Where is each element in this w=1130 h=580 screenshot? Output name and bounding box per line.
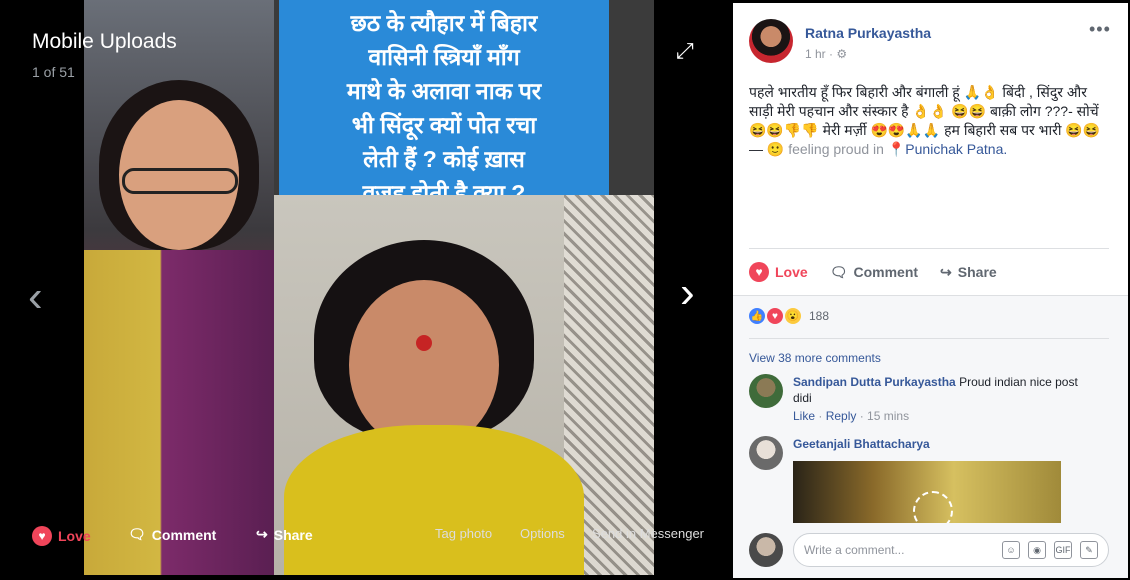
- reaction-count: 188: [809, 309, 830, 323]
- commenter-avatar[interactable]: [749, 374, 783, 408]
- user-avatar: [749, 533, 783, 567]
- sign-line: भी सिंदूर क्यों पोत रचा: [351, 112, 537, 138]
- love-reaction-icon: ♥: [767, 308, 783, 324]
- comment-reply-link[interactable]: Reply: [826, 409, 857, 423]
- sign-line: माथे के अलावा नाक पर: [346, 78, 542, 104]
- share-button[interactable]: ↪ Share: [940, 261, 997, 283]
- photo-counter: 1 of 51: [32, 64, 75, 80]
- comment-time: 15 mins: [867, 409, 910, 423]
- comment-body: Sandipan Dutta Purkayastha Proud indian …: [793, 374, 1093, 424]
- like-reaction-icon: 👍: [749, 308, 765, 324]
- share-label: Share: [957, 264, 997, 280]
- photo-viewer: छठ के त्यौहार में बिहार वासिनी स्त्रियाँ…: [0, 0, 733, 580]
- commenter-name[interactable]: Geetanjali Bhattacharya: [793, 437, 930, 451]
- comment-composer: Write a comment... ☺ ◉ GIF ✎: [749, 533, 1109, 567]
- sticker-icon[interactable]: ✎: [1080, 541, 1098, 559]
- next-arrow-icon[interactable]: ›: [680, 268, 695, 318]
- sign-line: लेती हैं ? कोई ख़ास: [363, 146, 525, 172]
- comment-input-placeholder: Write a comment...: [804, 543, 905, 557]
- comment-gif-image[interactable]: [793, 461, 1061, 523]
- author-name[interactable]: Ratna Purkayastha: [805, 25, 931, 41]
- emoji-icon[interactable]: ☺: [1002, 541, 1020, 559]
- previous-arrow-icon[interactable]: ‹: [28, 272, 43, 322]
- viewer-comment-label: Comment: [151, 526, 217, 543]
- comment-icon: 🗨: [829, 263, 848, 280]
- comment-input[interactable]: Write a comment... ☺ ◉ GIF ✎: [793, 533, 1109, 567]
- expand-icon[interactable]: ⤢: [676, 38, 696, 63]
- camera-icon[interactable]: ◉: [1028, 541, 1046, 559]
- post-time[interactable]: 1 hr: [805, 47, 826, 61]
- wow-reaction-icon: 😮: [785, 308, 801, 324]
- share-icon: ↪: [256, 526, 268, 542]
- divider: [749, 338, 1109, 339]
- send-messenger-link[interactable]: Send in Messenger: [592, 526, 704, 541]
- post-header: Ratna Purkayastha 1 hr · ⚙: [749, 19, 931, 63]
- share-icon: ↪: [940, 263, 952, 280]
- album-title: Mobile Uploads: [32, 30, 177, 53]
- love-label: Love: [775, 264, 808, 280]
- viewer-action-bar: ♥ Love 🗨 Comment ↪ Share Tag photo Optio…: [0, 526, 733, 556]
- comment-label: Comment: [853, 264, 919, 280]
- location-link[interactable]: Punichak Patna: [905, 141, 1003, 157]
- photo-sign: छठ के त्यौहार में बिहार वासिनी स्त्रियाँ…: [274, 0, 654, 206]
- heart-icon: ♥: [749, 262, 769, 282]
- photo-right-woman: [274, 195, 654, 575]
- more-options-icon[interactable]: •••: [1089, 19, 1111, 40]
- sign-board: छठ के त्यौहार में बिहार वासिनी स्त्रियाँ…: [279, 0, 609, 206]
- photo[interactable]: छठ के त्यौहार में बिहार वासिनी स्त्रियाँ…: [84, 0, 654, 575]
- sign-line: छठ के त्यौहार में बिहार: [350, 10, 538, 36]
- viewer-comment-button[interactable]: 🗨 Comment: [128, 526, 216, 543]
- reaction-summary[interactable]: 👍 ♥ 😮 188: [749, 308, 829, 324]
- comments-section: 👍 ♥ 😮 188 View 38 more comments Sandipan…: [733, 295, 1128, 578]
- gif-icon[interactable]: GIF: [1054, 541, 1072, 559]
- divider: [749, 248, 1109, 249]
- comment-meta: Like · Reply · 15 mins: [793, 409, 910, 423]
- commenter-name[interactable]: Sandipan Dutta Purkayastha: [793, 375, 956, 389]
- love-button[interactable]: ♥ Love: [749, 261, 808, 283]
- options-link[interactable]: Options: [520, 526, 565, 541]
- comment-icon: 🗨: [128, 526, 146, 542]
- location-pin-icon: 📍: [887, 141, 906, 157]
- comment-like-link[interactable]: Like: [793, 409, 815, 423]
- post-actions: ♥ Love 🗨 Comment ↪ Share: [749, 261, 1109, 283]
- post-meta: 1 hr · ⚙: [805, 47, 931, 61]
- comment-item: Sandipan Dutta Purkayastha Proud indian …: [749, 374, 1093, 424]
- comment-button[interactable]: 🗨 Comment: [830, 261, 918, 283]
- post-text: पहले भारतीय हूँ फिर बिहारी और बंगाली हूं…: [749, 84, 1101, 157]
- composer-icons: ☺ ◉ GIF ✎: [1002, 541, 1098, 559]
- post-sidebar: Ratna Purkayastha 1 hr · ⚙ ••• पहले भारत…: [733, 3, 1128, 578]
- sign-line: वासिनी स्त्रियाँ माँग: [368, 44, 520, 70]
- viewer-love-label: Love: [58, 528, 91, 544]
- tag-photo-link[interactable]: Tag photo: [435, 526, 492, 541]
- author-avatar[interactable]: [749, 19, 793, 63]
- commenter-avatar[interactable]: [749, 436, 783, 470]
- viewer-share-button[interactable]: ↪ Share: [256, 526, 313, 543]
- viewer-love-button[interactable]: ♥ Love: [32, 526, 91, 546]
- feeling-text: 🙂 feeling proud in 📍: [766, 141, 906, 157]
- photo-left-woman: [84, 0, 274, 575]
- view-more-comments-link[interactable]: View 38 more comments: [749, 351, 881, 365]
- privacy-icon: · ⚙: [829, 47, 848, 61]
- heart-icon: ♥: [32, 526, 52, 546]
- viewer-share-label: Share: [273, 526, 313, 543]
